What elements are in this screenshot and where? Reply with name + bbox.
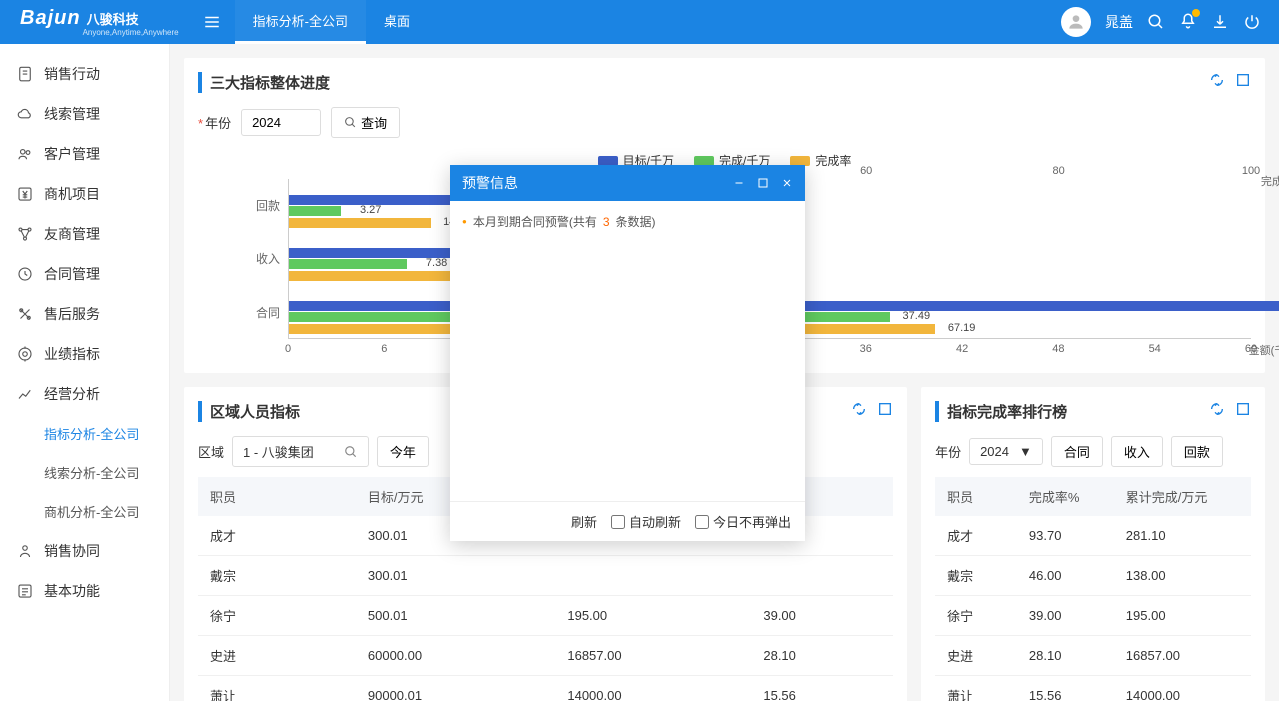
tools-icon (16, 305, 34, 323)
target-icon (16, 345, 34, 363)
y-category: 回款 (256, 197, 280, 214)
caret-down-icon: ▼ (1019, 444, 1032, 459)
year-select[interactable]: 2024 ▼ (969, 438, 1043, 465)
nav-item[interactable]: 销售行动 (0, 54, 169, 94)
brand-logo: Bajun 八骏科技 Anyone,Anytime,Anywhere (10, 7, 189, 37)
pct-tick: 100 (1242, 165, 1260, 177)
nav-item[interactable]: 线索管理 (0, 94, 169, 134)
chart-bar: 14.72 (289, 218, 431, 228)
search-icon[interactable] (1147, 13, 1165, 31)
ranking-table: 职员完成率%累计完成/万元成才93.70281.10戴宗46.00138.00徐… (935, 477, 1251, 701)
query-button[interactable]: 查询 (331, 107, 400, 138)
doc-icon (16, 65, 34, 83)
x-tick: 42 (956, 343, 968, 355)
nav-sub-item[interactable]: 商机分析-全公司 (0, 492, 169, 531)
table-header: 完成率% (1017, 477, 1114, 516)
axis-label-pct: 完成率(%) (1261, 173, 1279, 189)
chart-icon (16, 385, 34, 403)
panel-ranking: 指标完成率排行榜 年份 2024 ▼ 合同 收入 回款 职员完成率%累计完成/万… (921, 387, 1265, 701)
yen-icon (16, 185, 34, 203)
nav-item[interactable]: 客户管理 (0, 134, 169, 174)
nav-sub-item[interactable]: 指标分析-全公司 (0, 414, 169, 453)
alert-modal: 预警信息 本月到期合同预警(共有 3 条数据) 刷新 自动刷新 今日不再弹出 (450, 165, 805, 541)
user-avatar[interactable] (1061, 7, 1091, 37)
modal-header[interactable]: 预警信息 (450, 165, 805, 201)
x-tick: 60 (1245, 343, 1257, 355)
list-icon (16, 582, 34, 600)
refresh-icon[interactable] (851, 401, 867, 417)
x-tick: 6 (381, 343, 387, 355)
person-icon (16, 542, 34, 560)
alert-message[interactable]: 本月到期合同预警(共有 3 条数据) (462, 213, 793, 230)
nav-item[interactable]: 经营分析 (0, 374, 169, 414)
nav-sub-item[interactable]: 线索分析-全公司 (0, 453, 169, 492)
power-icon[interactable] (1243, 13, 1261, 31)
contract-button[interactable]: 合同 (1051, 436, 1103, 467)
nav-item[interactable]: 基本功能 (0, 571, 169, 611)
network-icon (16, 225, 34, 243)
x-tick: 48 (1052, 343, 1064, 355)
auto-refresh-checkbox[interactable]: 自动刷新 (611, 512, 681, 531)
table-header: 职员 (935, 477, 1017, 516)
modal-title: 预警信息 (462, 173, 733, 193)
year-label: *年份 (198, 113, 231, 132)
x-tick: 0 (285, 343, 291, 355)
minimize-icon[interactable] (733, 177, 745, 189)
nav-item[interactable]: 业绩指标 (0, 334, 169, 374)
maximize-icon[interactable] (1235, 72, 1251, 88)
clock-icon (16, 265, 34, 283)
revenue-button[interactable]: 收入 (1111, 436, 1163, 467)
pct-tick: 80 (1052, 165, 1064, 177)
nav-item[interactable]: 合同管理 (0, 254, 169, 294)
x-tick: 36 (860, 343, 872, 355)
close-icon[interactable] (781, 177, 793, 189)
no-popup-checkbox[interactable]: 今日不再弹出 (695, 512, 791, 531)
tab-indicator-analysis[interactable]: 指标分析-全公司 (235, 0, 366, 44)
username-label: 晁盖 (1105, 12, 1133, 32)
users-icon (16, 145, 34, 163)
download-icon[interactable] (1211, 13, 1229, 31)
nav-item[interactable]: 友商管理 (0, 214, 169, 254)
panel-title: 三大指标整体进度 (198, 72, 1251, 93)
payment-button[interactable]: 回款 (1171, 436, 1223, 467)
y-category: 合同 (256, 304, 280, 321)
notification-dot (1192, 9, 1200, 17)
tab-desktop[interactable]: 桌面 (366, 0, 428, 44)
header-tabs: 指标分析-全公司 桌面 (235, 0, 428, 44)
panel-title: 指标完成率排行榜 (935, 401, 1251, 422)
region-select[interactable]: 1 - 八骏集团 (232, 436, 369, 467)
menu-toggle-button[interactable] (197, 7, 227, 37)
notification-bell[interactable] (1179, 12, 1197, 33)
table-header: 累计完成/万元 (1114, 477, 1251, 516)
year-input[interactable] (241, 109, 321, 136)
refresh-icon[interactable] (1209, 72, 1225, 88)
refresh-icon[interactable] (1209, 401, 1225, 417)
table-row[interactable]: 史进60000.0016857.0028.10 (198, 636, 893, 676)
maximize-icon[interactable] (1235, 401, 1251, 417)
nav-item[interactable]: 销售协同 (0, 531, 169, 571)
pct-tick: 60 (860, 165, 872, 177)
region-label: 区域 (198, 442, 224, 461)
refresh-link[interactable]: 刷新 (571, 512, 597, 531)
table-row[interactable]: 成才93.70281.10 (935, 516, 1251, 556)
table-row[interactable]: 萧让15.5614000.00 (935, 676, 1251, 701)
nav-item[interactable]: 售后服务 (0, 294, 169, 334)
table-row[interactable]: 戴宗300.01 (198, 556, 893, 596)
maximize-icon[interactable] (757, 177, 769, 189)
table-row[interactable]: 戴宗46.00138.00 (935, 556, 1251, 596)
x-tick: 54 (1149, 343, 1161, 355)
top-header: Bajun 八骏科技 Anyone,Anytime,Anywhere 指标分析-… (0, 0, 1279, 44)
maximize-icon[interactable] (877, 401, 893, 417)
table-row[interactable]: 史进28.1016857.00 (935, 636, 1251, 676)
nav-item[interactable]: 商机项目 (0, 174, 169, 214)
table-row[interactable]: 萧让90000.0114000.0015.56 (198, 676, 893, 701)
table-row[interactable]: 徐宁500.01195.0039.00 (198, 596, 893, 636)
year-label: 年份 (935, 442, 961, 461)
sidebar: 销售行动线索管理客户管理商机项目友商管理合同管理售后服务业绩指标经营分析指标分析… (0, 44, 170, 701)
period-button[interactable]: 今年 (377, 436, 429, 467)
table-header: 职员 (198, 477, 356, 516)
y-category: 收入 (256, 250, 280, 267)
cloud-icon (16, 105, 34, 123)
table-row[interactable]: 徐宁39.00195.00 (935, 596, 1251, 636)
